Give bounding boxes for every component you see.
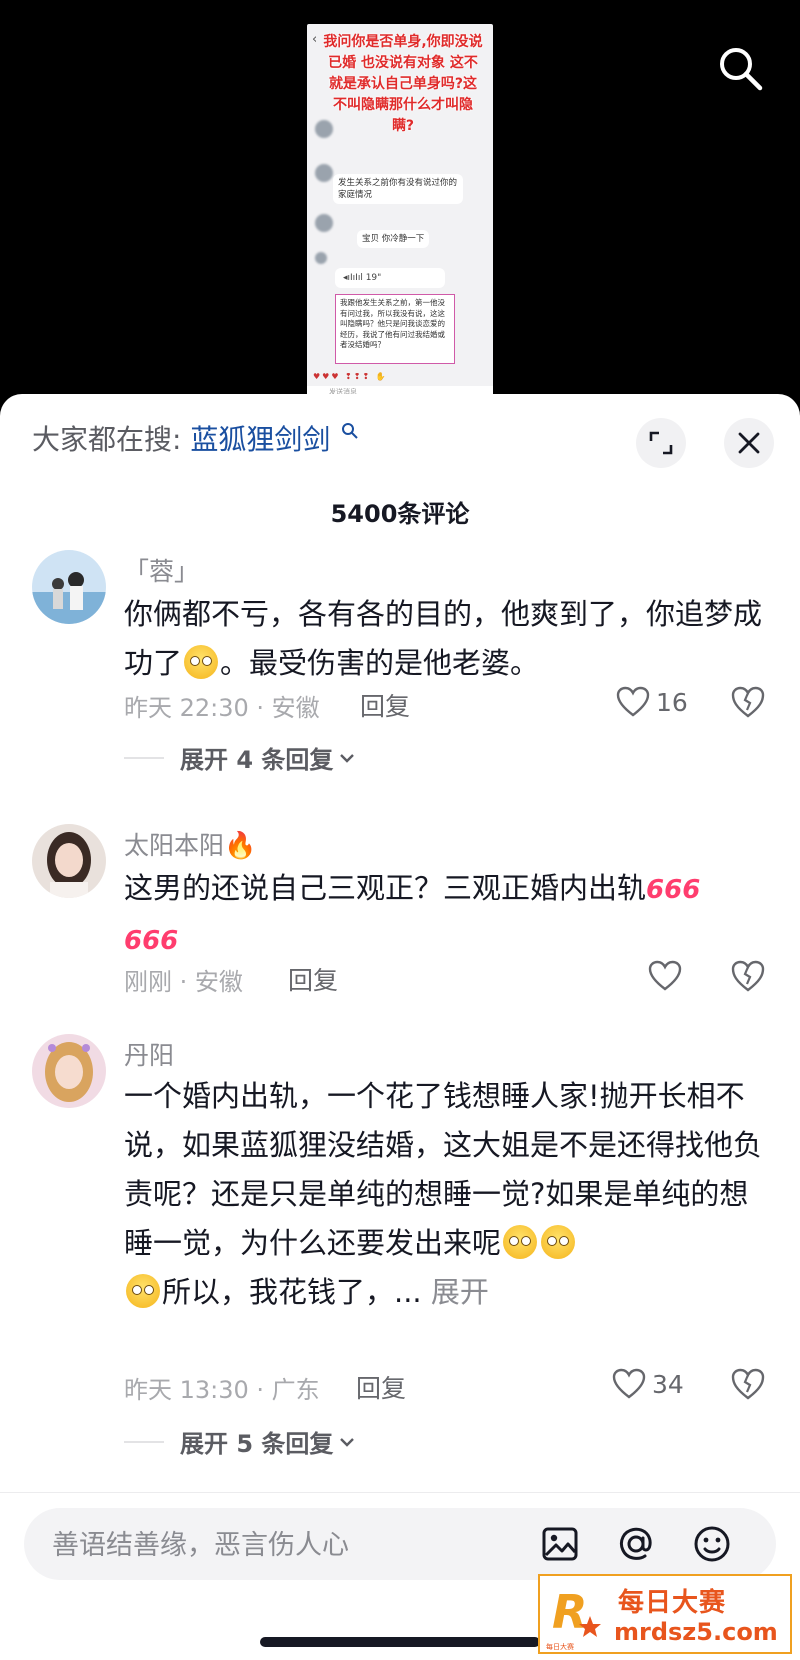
heart-icon bbox=[612, 1368, 646, 1399]
shocked-face-emoji-icon bbox=[541, 1225, 576, 1259]
hot-search-keyword: 蓝狐狸剑剑 bbox=[190, 423, 331, 456]
like-count: 16 bbox=[656, 687, 688, 717]
comment-text-part: 这男的还说自己三观正？三观正婚内出轨 bbox=[124, 871, 647, 905]
comment-text-part: 一个婚内出轨，一个花了钱想睡人家!抛开长相不说，如果蓝狐狸没结婚，这大姐是不是还… bbox=[124, 1079, 763, 1260]
chat-quick-emojis: ♥♥♥ ❢❢❢ ✋ bbox=[313, 372, 388, 381]
emoji-icon[interactable] bbox=[692, 1524, 732, 1564]
shocked-face-emoji-icon bbox=[126, 1274, 160, 1308]
broken-heart-icon[interactable] bbox=[730, 958, 766, 994]
like-button[interactable]: 34 bbox=[612, 1364, 702, 1404]
comment-text-part: 所以，我花钱了，... bbox=[162, 1275, 422, 1309]
search-icon[interactable] bbox=[716, 44, 764, 92]
reply-button[interactable]: 回复 bbox=[356, 1369, 406, 1405]
chevron-down-icon bbox=[340, 1437, 355, 1447]
666-sticker-icon: 666 bbox=[124, 926, 179, 956]
watermark-title: 每日大赛 bbox=[618, 1588, 727, 1618]
broken-heart-icon[interactable] bbox=[730, 684, 766, 720]
laughing-crying-emoji-icon bbox=[184, 645, 219, 679]
comment-input[interactable] bbox=[50, 1522, 524, 1568]
close-icon bbox=[738, 432, 760, 454]
home-indicator bbox=[260, 1637, 540, 1647]
comment-input-bar bbox=[24, 1508, 776, 1580]
brand-logo: R bbox=[552, 1585, 601, 1639]
avatar[interactable] bbox=[32, 824, 106, 898]
like-button[interactable]: 16 bbox=[616, 682, 706, 722]
like-button[interactable] bbox=[648, 956, 688, 996]
comment-time-location: 刚刚 · 安徽 bbox=[124, 968, 243, 996]
expand-replies-button[interactable]: 展开 4 条回复 bbox=[124, 740, 355, 775]
chat-avatar bbox=[315, 164, 333, 182]
video-player[interactable]: ‹ 我问你是否单身,你即没说已婚 也没说有对象 这不就是承认自己单身吗?这不叫隐… bbox=[0, 0, 800, 410]
divider bbox=[124, 756, 164, 759]
like-count: 34 bbox=[652, 1369, 684, 1399]
username[interactable]: 「蓉」 bbox=[124, 552, 199, 588]
666-sticker-icon: 666 bbox=[646, 875, 701, 905]
username-text: 太阳本阳 bbox=[124, 831, 225, 860]
video-overlay-text: 我问你是否单身,你即没说已婚 也没说有对象 这不就是承认自己单身吗?这不叫隐瞒那… bbox=[323, 34, 483, 134]
mention-icon[interactable] bbox=[616, 1524, 656, 1564]
chat-bubble: 发生关系之前你有没有说过你的家庭情况 bbox=[333, 174, 463, 204]
comment-count: 5400条评论 bbox=[330, 500, 470, 528]
voice-duration: 19" bbox=[365, 273, 382, 283]
comment-time-location: 昨天 13:30 · 广东 bbox=[124, 1376, 320, 1404]
divider bbox=[0, 1492, 800, 1493]
highlighted-message: 我跟他发生关系之前，第一他没有问过我，所以我没有说，这这叫隐瞒吗？他只是问我谈恋… bbox=[335, 294, 455, 364]
avatar[interactable] bbox=[32, 550, 106, 624]
search-icon bbox=[342, 423, 358, 439]
chat-avatar bbox=[315, 214, 333, 232]
comment-text: 你俩都不亏，各有各的目的，他爽到了，你追梦成功了 。最受伤害的是他老婆。 bbox=[124, 590, 764, 688]
username[interactable]: 太阳本阳🔥 bbox=[124, 826, 256, 862]
video-frame: ‹ 我问你是否单身,你即没说已婚 也没说有对象 这不就是承认自己单身吗?这不叫隐… bbox=[307, 24, 493, 398]
comment-text-part: 。最受伤害的是他老婆。 bbox=[220, 646, 540, 680]
expand-sheet-button[interactable] bbox=[636, 418, 686, 468]
expand-replies-button[interactable]: 展开 5 条回复 bbox=[124, 1424, 355, 1459]
divider bbox=[124, 1440, 164, 1443]
close-button[interactable] bbox=[724, 418, 774, 468]
fire-icon: 🔥 bbox=[224, 831, 257, 861]
comment-text: 这男的还说自己三观正？三观正婚内出轨666 666 bbox=[124, 864, 764, 966]
shocked-face-emoji-icon bbox=[503, 1225, 538, 1259]
hot-search-prefix: 大家都在搜: bbox=[32, 423, 182, 456]
voice-wave-icon: ◂ıIıIıl bbox=[343, 273, 366, 283]
watermark-small-text: 每日大赛 bbox=[546, 1643, 574, 1651]
hot-search-link[interactable]: 大家都在搜: 蓝狐狸剑剑 bbox=[32, 418, 359, 458]
heart-icon bbox=[648, 960, 682, 991]
comment-time-location: 昨天 22:30 · 安徽 bbox=[124, 694, 320, 722]
comment-sheet: 大家都在搜: 蓝狐狸剑剑 5400条评论 「蓉」 你俩都不亏，各有各的目的，他爽… bbox=[0, 394, 800, 1660]
reply-button[interactable]: 回复 bbox=[360, 687, 410, 723]
expand-replies-label: 展开 5 条回复 bbox=[180, 1430, 334, 1458]
chat-bubble: 宝贝 你冷静一下 bbox=[357, 230, 430, 248]
voice-message: ◂ıIıIıl 19" bbox=[335, 268, 445, 288]
back-arrow-icon: ‹ bbox=[312, 32, 318, 47]
watermark: R 每日大赛 mrdsz5.com 每日大赛 bbox=[538, 1574, 792, 1654]
expand-icon bbox=[649, 431, 673, 455]
comment-text: 一个婚内出轨，一个花了钱想睡人家!抛开长相不说，如果蓝狐狸没结婚，这大姐是不是还… bbox=[124, 1072, 764, 1317]
image-icon[interactable] bbox=[540, 1524, 580, 1564]
chat-avatar bbox=[315, 252, 327, 264]
expand-replies-label: 展开 4 条回复 bbox=[180, 746, 334, 774]
read-more-link[interactable]: 展开 bbox=[431, 1275, 489, 1309]
svg-text:R: R bbox=[552, 1585, 587, 1639]
chat-avatar bbox=[315, 120, 333, 138]
chevron-down-icon bbox=[340, 753, 355, 763]
reply-button[interactable]: 回复 bbox=[288, 961, 338, 997]
watermark-url: mrdsz5.com bbox=[614, 1618, 778, 1646]
heart-icon bbox=[616, 686, 650, 717]
username[interactable]: 丹阳 bbox=[124, 1036, 174, 1072]
avatar[interactable] bbox=[32, 1034, 106, 1108]
broken-heart-icon[interactable] bbox=[730, 1366, 766, 1402]
